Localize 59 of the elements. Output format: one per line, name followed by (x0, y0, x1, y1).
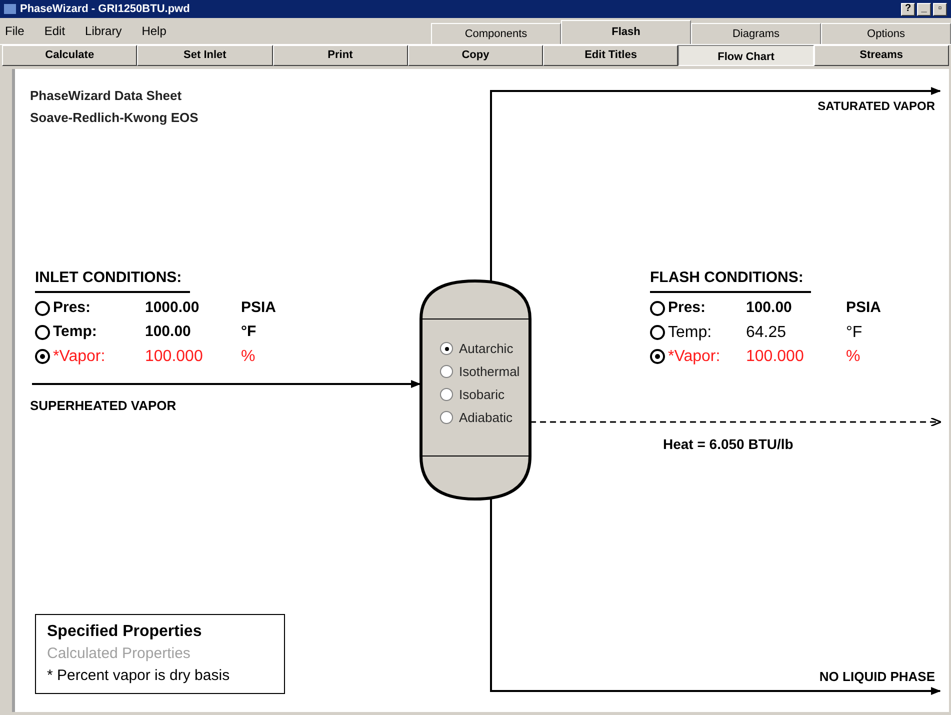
unit-label: °F (846, 322, 862, 342)
unit-label: PSIA (846, 298, 882, 318)
tab[interactable]: Options (821, 23, 951, 44)
window-title: PhaseWizard - GRI1250BTU.pwd (20, 2, 190, 17)
stream-label: SATURATED VAPOR (818, 98, 935, 115)
field-label: Pres: (53, 298, 92, 318)
tab[interactable]: Flash (561, 20, 691, 44)
unit-label: % (241, 346, 256, 366)
menu-item[interactable]: Help (142, 22, 166, 40)
field-value: 64.25 (746, 322, 788, 342)
tab[interactable]: Diagrams (691, 23, 821, 44)
menu-item[interactable]: File (5, 22, 24, 40)
field-value: 1000.00 (145, 298, 200, 318)
tab[interactable]: Components (431, 23, 561, 44)
radio-button[interactable] (650, 349, 665, 364)
mode-label: Isobaric (459, 386, 505, 404)
field-label: Temp: (668, 322, 713, 342)
toolbar-button[interactable]: Edit Titles (543, 45, 678, 66)
sheet-title: PhaseWizard Data Sheet (30, 87, 183, 105)
toolbar-button[interactable]: Flow Chart (678, 45, 814, 66)
field-label: *Vapor: (668, 346, 722, 366)
stream-label: NO LIQUID PHASE (819, 668, 935, 686)
unit-label: °F (241, 322, 256, 342)
menu-item[interactable]: Edit (44, 22, 66, 40)
toolbar-button[interactable]: Set Inlet (137, 45, 273, 66)
section-heading: FLASH CONDITIONS: (650, 267, 812, 292)
window-control[interactable]: _ (917, 2, 931, 16)
legend-text: Calculated Properties (47, 644, 192, 664)
sheet-subtitle: Soave-Redlich-Kwong EOS (30, 109, 198, 127)
window-control[interactable]: ? (901, 2, 915, 16)
mode-label: Isothermal (459, 362, 520, 381)
unit-label: PSIA (241, 298, 276, 318)
legend-text: * Percent vapor is dry basis (47, 666, 231, 686)
legend-text: Specified Properties (47, 622, 203, 642)
field-value: 100.00 (746, 298, 793, 318)
mode-label: Adiabatic (459, 408, 512, 427)
field-value: 100.00 (145, 322, 192, 342)
menu-item[interactable]: Library (85, 22, 122, 40)
radio-button[interactable] (35, 349, 50, 364)
field-label: Temp: (53, 322, 98, 342)
toolbar-button[interactable]: Streams (814, 45, 949, 66)
field-label: Pres: (668, 298, 707, 318)
radio-button[interactable] (35, 325, 50, 340)
radio-button[interactable] (35, 301, 50, 316)
radio-button[interactable] (650, 325, 665, 340)
field-value: 100.000 (746, 346, 805, 366)
mode-label: Autarchic (459, 340, 514, 358)
toolbar-button[interactable]: Print (272, 45, 408, 66)
window-control[interactable]: ▫ (933, 2, 947, 16)
toolbar-button[interactable]: Copy (408, 45, 544, 66)
app-icon (4, 4, 16, 14)
toolbar-button[interactable]: Calculate (2, 45, 138, 66)
unit-label: % (846, 346, 860, 366)
section-heading: INLET CONDITIONS: (35, 267, 190, 292)
stream-label: SUPERHEATED VAPOR (30, 397, 176, 415)
field-value: 100.000 (145, 346, 204, 366)
radio-button[interactable] (650, 301, 665, 316)
field-label: *Vapor: (53, 346, 106, 366)
heat-label: Heat = 6.050 BTU/lb (663, 435, 794, 454)
